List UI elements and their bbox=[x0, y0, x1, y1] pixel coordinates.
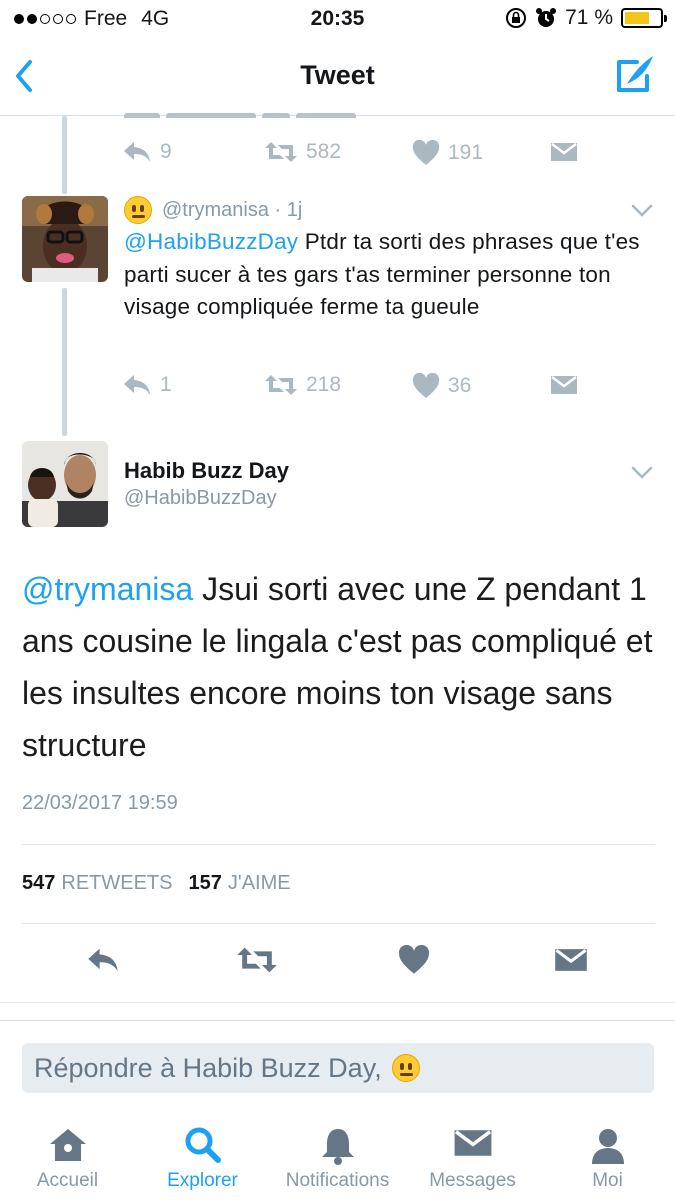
heart-icon[interactable] bbox=[398, 945, 430, 975]
heart-icon bbox=[412, 373, 440, 398]
envelope-icon bbox=[454, 1130, 491, 1156]
reply-icon[interactable] bbox=[86, 945, 120, 975]
envelope-icon[interactable] bbox=[554, 945, 588, 975]
retweets-stat[interactable]: 547 RETWEETS bbox=[22, 872, 173, 895]
reply-button[interactable]: 1 bbox=[122, 373, 172, 397]
compose-icon[interactable] bbox=[615, 52, 657, 94]
battery-percent: 71 % bbox=[565, 6, 613, 29]
tab-label: Notifications bbox=[285, 1170, 390, 1191]
nav-bar: Tweet bbox=[0, 38, 675, 116]
likes-stat[interactable]: 157 J'AIME bbox=[189, 872, 291, 895]
thread-line-bottom bbox=[62, 288, 67, 436]
envelope-icon bbox=[551, 143, 577, 161]
status-bar: Free 4G 20:35 71 % bbox=[0, 0, 675, 38]
retweet-button[interactable]: 218 bbox=[264, 373, 341, 397]
status-right: 71 % bbox=[505, 6, 667, 30]
tweet-stats: 547 RETWEETS 157 J'AIME bbox=[22, 872, 291, 895]
reply-count: 9 bbox=[160, 140, 172, 163]
envelope-icon bbox=[551, 376, 577, 394]
battery-icon bbox=[621, 8, 667, 28]
reply-tweet-text: @HabibBuzzDay Ptdr ta sorti des phrases … bbox=[124, 226, 654, 324]
like-button[interactable]: 191 bbox=[412, 140, 483, 166]
likes-label: J'AIME bbox=[227, 872, 291, 894]
likes-count: 157 bbox=[188, 872, 222, 894]
direct-message-button[interactable] bbox=[550, 373, 578, 397]
page-title: Tweet bbox=[300, 60, 375, 90]
like-button[interactable]: 36 bbox=[412, 373, 471, 399]
tab-messages[interactable]: Messages bbox=[405, 1110, 540, 1200]
avatar-photo bbox=[22, 441, 108, 527]
search-icon bbox=[185, 1127, 221, 1163]
direct-message-button[interactable] bbox=[550, 140, 578, 164]
main-tweet-actions bbox=[0, 945, 675, 985]
bell-icon bbox=[321, 1129, 354, 1165]
chevron-down-icon[interactable] bbox=[631, 466, 653, 480]
tab-home[interactable]: Accueil bbox=[0, 1110, 135, 1200]
chevron-down-icon[interactable] bbox=[631, 204, 653, 218]
tab-label: Messages bbox=[429, 1170, 516, 1191]
reply-tweet-handle-time[interactable]: @trymanisa · 1j bbox=[162, 199, 302, 222]
avatar-habibbuzzday[interactable] bbox=[22, 441, 108, 527]
avatar-photo bbox=[22, 196, 108, 282]
tweet-timestamp: 22/03/2017 19:59 bbox=[22, 792, 178, 814]
reply-input[interactable]: Répondre à Habib Buzz Day, bbox=[22, 1043, 654, 1093]
mention-link[interactable]: @HabibBuzzDay bbox=[124, 229, 298, 254]
tab-explore[interactable]: Explorer bbox=[135, 1110, 270, 1200]
alarm-icon bbox=[536, 8, 557, 27]
tab-label: Accueil bbox=[36, 1170, 99, 1191]
reply-placeholder: Répondre à Habib Buzz Day, bbox=[34, 1052, 382, 1083]
heart-icon bbox=[412, 140, 440, 165]
divider bbox=[0, 1002, 675, 1003]
tab-label: Moi bbox=[592, 1170, 623, 1191]
author-name[interactable]: Habib Buzz Day bbox=[124, 458, 289, 484]
divider bbox=[22, 923, 655, 924]
main-tweet-text: @trymanisa Jsui sorti avec une Z pendant… bbox=[22, 563, 662, 771]
home-icon bbox=[49, 1129, 86, 1161]
tab-notifications[interactable]: Notifications bbox=[270, 1110, 405, 1200]
reply-composer-area: Répondre à Habib Buzz Day, bbox=[0, 1020, 675, 1110]
upside-down-face-emoji-icon bbox=[124, 196, 152, 224]
orientation-lock-icon bbox=[506, 8, 527, 28]
retweet-count: 582 bbox=[306, 140, 342, 163]
reply-tweet-header: @trymanisa · 1j bbox=[124, 196, 302, 224]
thread-line-top bbox=[62, 116, 67, 194]
battery-level bbox=[625, 12, 650, 24]
reply-button[interactable]: 9 bbox=[122, 140, 172, 164]
retweets-label: RETWEETS bbox=[61, 872, 173, 894]
reply-count: 1 bbox=[160, 373, 172, 396]
tab-me[interactable]: Moi bbox=[540, 1110, 675, 1200]
reply-tweet-actions: 1 218 36 bbox=[122, 373, 602, 403]
divider bbox=[22, 844, 655, 845]
reply-icon bbox=[124, 375, 150, 395]
upside-down-face-emoji-icon bbox=[391, 1054, 420, 1082]
retweet-button[interactable]: 582 bbox=[264, 140, 341, 164]
like-count: 36 bbox=[448, 374, 472, 397]
tab-bar: Accueil Explorer Notifications Messages … bbox=[0, 1110, 675, 1200]
mention-link[interactable]: @trymanisa bbox=[22, 571, 193, 607]
like-count: 191 bbox=[448, 141, 484, 164]
tab-label: Explorer bbox=[167, 1170, 238, 1191]
retweet-count: 218 bbox=[306, 373, 342, 396]
avatar-trymanisa[interactable] bbox=[22, 196, 108, 282]
person-icon bbox=[591, 1129, 624, 1164]
retweet-icon bbox=[265, 375, 297, 395]
retweets-count: 547 bbox=[22, 872, 56, 894]
reply-icon bbox=[124, 142, 150, 162]
retweet-icon[interactable] bbox=[236, 945, 278, 975]
author-handle[interactable]: @HabibBuzzDay bbox=[124, 487, 277, 510]
retweet-icon bbox=[265, 142, 297, 162]
previous-tweet-actions: 9 582 191 bbox=[122, 140, 602, 170]
previous-tweet-text-fragment bbox=[124, 108, 424, 118]
